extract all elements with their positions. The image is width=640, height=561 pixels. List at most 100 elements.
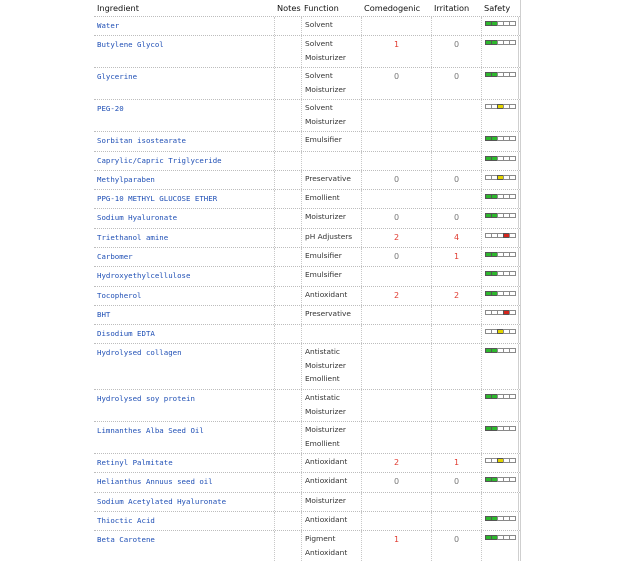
ingredient-link[interactable]: Butylene Glycol — [94, 36, 274, 49]
safety-segment — [509, 348, 516, 353]
ingredient-link[interactable]: Water — [94, 17, 274, 30]
irritation-value: 1 — [431, 454, 481, 472]
table-row: Hydrolysed soy protein Antistatic Moisturi… — [94, 389, 520, 421]
safety-segment — [509, 194, 516, 199]
function-cell: pH Adjusters — [301, 229, 361, 247]
function-cell: Emulsifier — [301, 248, 361, 266]
col-header-function[interactable]: Function — [301, 0, 361, 16]
notes-cell — [274, 325, 301, 343]
ingredient-link[interactable]: Sorbitan isostearate — [94, 132, 274, 145]
ingredient-cell: Thioctic Acid — [94, 512, 274, 530]
safety-cell — [481, 229, 519, 247]
comedogenic-value: 0 — [361, 209, 431, 228]
notes-cell — [274, 132, 301, 151]
function-label: Moisturizer — [305, 425, 346, 434]
irritation-value: 0 — [431, 36, 481, 67]
function-cell: Moisturizer — [301, 209, 361, 228]
notes-cell — [274, 531, 301, 561]
safety-segment — [509, 175, 516, 180]
ingredient-link[interactable]: Thioctic Acid — [94, 512, 274, 525]
table-row: Sodium Acetylated Hyaluronate Moisturizer — [94, 492, 520, 511]
function-cell: Antioxidant — [301, 454, 361, 472]
col-header-irritation[interactable]: Irritation — [431, 0, 481, 16]
ingredient-link[interactable]: Hydrolysed soy protein — [94, 390, 274, 403]
safety-cell — [481, 512, 519, 530]
function-cell: Preservative — [301, 171, 361, 189]
irritation-value: 0 — [431, 473, 481, 492]
notes-cell — [274, 267, 301, 286]
ingredient-cell: Sodium Hyaluronate — [94, 209, 274, 228]
table-row: Hydrolysed collagen Antistatic Moisturizer… — [94, 343, 520, 389]
safety-segment — [509, 156, 516, 161]
ingredient-link[interactable]: Sodium Hyaluronate — [94, 209, 274, 222]
safety-segment — [509, 271, 516, 276]
col-header-safety[interactable]: Safety — [481, 0, 519, 16]
safety-segment — [509, 291, 516, 296]
safety-rating-bar — [485, 21, 518, 26]
safety-rating-bar — [485, 458, 518, 463]
function-cell: Antistatic Moisturizer — [301, 390, 361, 421]
table-row: Retinyl Palmitate Antioxidant 2 1 — [94, 453, 520, 472]
col-header-comedogenic[interactable]: Comedogenic — [361, 0, 431, 16]
ingredient-link[interactable]: Methylparaben — [94, 171, 274, 184]
notes-cell — [274, 171, 301, 189]
ingredient-link[interactable]: Hydroxyethylcellulose — [94, 267, 274, 280]
safety-rating-bar — [485, 516, 518, 521]
notes-cell — [274, 454, 301, 472]
ingredient-link[interactable]: Hydrolysed collagen — [94, 344, 274, 357]
function-cell: Moisturizer — [301, 493, 361, 511]
ingredient-cell: Limnanthes Alba Seed Oil — [94, 422, 274, 453]
ingredient-link[interactable]: Glycerine — [94, 68, 274, 81]
irritation-value — [431, 100, 481, 131]
irritation-value: 0 — [431, 171, 481, 189]
comedogenic-value: 0 — [361, 171, 431, 189]
comedogenic-value — [361, 422, 431, 453]
safety-cell — [481, 68, 519, 99]
ingredient-link[interactable]: Retinyl Palmitate — [94, 454, 274, 467]
ingredient-link[interactable]: Limnanthes Alba Seed Oil — [94, 422, 274, 435]
safety-rating-bar — [485, 40, 518, 45]
table-row: Caprylic/Capric Triglyceride — [94, 151, 520, 170]
ingredient-link[interactable]: PEG-20 — [94, 100, 274, 113]
safety-segment — [509, 213, 516, 218]
safety-rating-bar — [485, 426, 518, 431]
ingredient-link[interactable]: Disodium EDTA — [94, 325, 274, 338]
ingredient-link[interactable]: BHT — [94, 306, 274, 319]
irritation-value — [431, 267, 481, 286]
ingredient-link[interactable]: PPG-10 METHYL GLUCOSE ETHER — [94, 190, 274, 203]
function-label: Antioxidant — [305, 547, 348, 557]
ingredient-cell: Hydroxyethylcellulose — [94, 267, 274, 286]
safety-cell — [481, 390, 519, 421]
ingredient-link[interactable]: Beta Carotene — [94, 531, 274, 544]
safety-segment — [509, 329, 516, 334]
ingredient-link[interactable]: Sodium Acetylated Hyaluronate — [94, 493, 274, 506]
function-cell: Emollient — [301, 190, 361, 208]
safety-cell — [481, 531, 519, 561]
function-label: pH Adjusters — [305, 232, 353, 241]
safety-rating-bar — [485, 194, 518, 199]
comedogenic-value: 1 — [361, 36, 431, 67]
ingredient-link[interactable]: Caprylic/Capric Triglyceride — [94, 152, 274, 165]
col-header-ingredient[interactable]: Ingredient — [94, 0, 274, 16]
ingredient-cell: Carbomer — [94, 248, 274, 266]
function-label: Preservative — [305, 174, 351, 183]
ingredient-link[interactable]: Triethanol amine — [94, 229, 274, 242]
ingredient-link[interactable]: Carbomer — [94, 248, 274, 261]
comedogenic-value — [361, 344, 431, 389]
safety-rating-bar — [485, 156, 518, 161]
function-label: Moisturizer — [305, 496, 346, 505]
table-header: Ingredient Notes Function Comedogenic Ir… — [94, 0, 520, 16]
irritation-value: 4 — [431, 229, 481, 247]
safety-rating-bar — [485, 394, 518, 399]
ingredient-link[interactable]: Tocopherol — [94, 287, 274, 300]
irritation-value: 2 — [431, 287, 481, 305]
safety-cell — [481, 267, 519, 286]
col-header-notes[interactable]: Notes — [274, 0, 301, 16]
ingredient-link[interactable]: Helianthus Annuus seed oil — [94, 473, 274, 486]
irritation-value — [431, 512, 481, 530]
comedogenic-value — [361, 152, 431, 170]
function-label: Moisturizer — [305, 406, 346, 416]
irritation-value: 1 — [431, 248, 481, 266]
function-cell: Solvent Moisturizer — [301, 68, 361, 99]
comedogenic-value — [361, 306, 431, 324]
